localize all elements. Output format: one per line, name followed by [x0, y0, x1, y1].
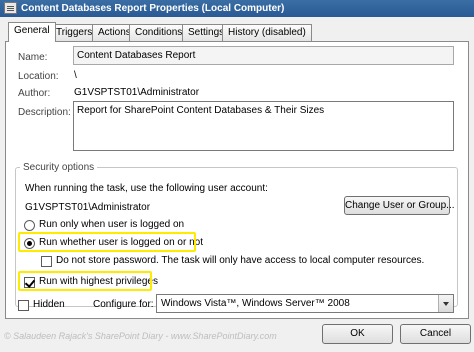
do-not-store-password-checkbox[interactable]: [41, 256, 52, 267]
author-value: G1VSPTST01\Administrator: [74, 87, 200, 98]
change-user-button[interactable]: Change User or Group...: [344, 196, 455, 215]
hidden-checkbox[interactable]: [18, 300, 29, 311]
configure-for-value: Windows Vista™, Windows Server™ 2008: [161, 298, 350, 309]
location-value: \: [74, 70, 77, 81]
do-not-store-password-label[interactable]: Do not store password. The task will onl…: [56, 255, 424, 266]
run-logged-on-radio[interactable]: [24, 220, 35, 231]
run-logged-on-label[interactable]: Run only when user is logged on: [39, 219, 184, 230]
hidden-label[interactable]: Hidden: [33, 299, 65, 310]
highest-privileges-checkbox[interactable]: [24, 277, 35, 288]
location-label: Location:: [18, 71, 59, 82]
configure-for-label: Configure for:: [93, 299, 154, 310]
account-prompt: When running the task, use the following…: [25, 183, 268, 194]
description-field[interactable]: Report for SharePoint Content Databases …: [73, 101, 454, 151]
name-label: Name:: [18, 52, 48, 63]
highest-privileges-label[interactable]: Run with highest privileges: [39, 276, 158, 287]
security-options-title: Security options: [20, 162, 98, 173]
user-account-value: G1VSPTST01\Administrator: [25, 202, 151, 213]
description-label: Description:: [18, 107, 71, 118]
run-whether-radio[interactable]: [24, 238, 35, 249]
chevron-down-icon[interactable]: [438, 295, 453, 312]
run-whether-label[interactable]: Run whether user is logged on or not: [39, 237, 203, 248]
author-label: Author:: [18, 88, 51, 99]
configure-for-dropdown[interactable]: Windows Vista™, Windows Server™ 2008: [156, 294, 454, 313]
name-field[interactable]: Content Databases Report: [73, 46, 454, 65]
